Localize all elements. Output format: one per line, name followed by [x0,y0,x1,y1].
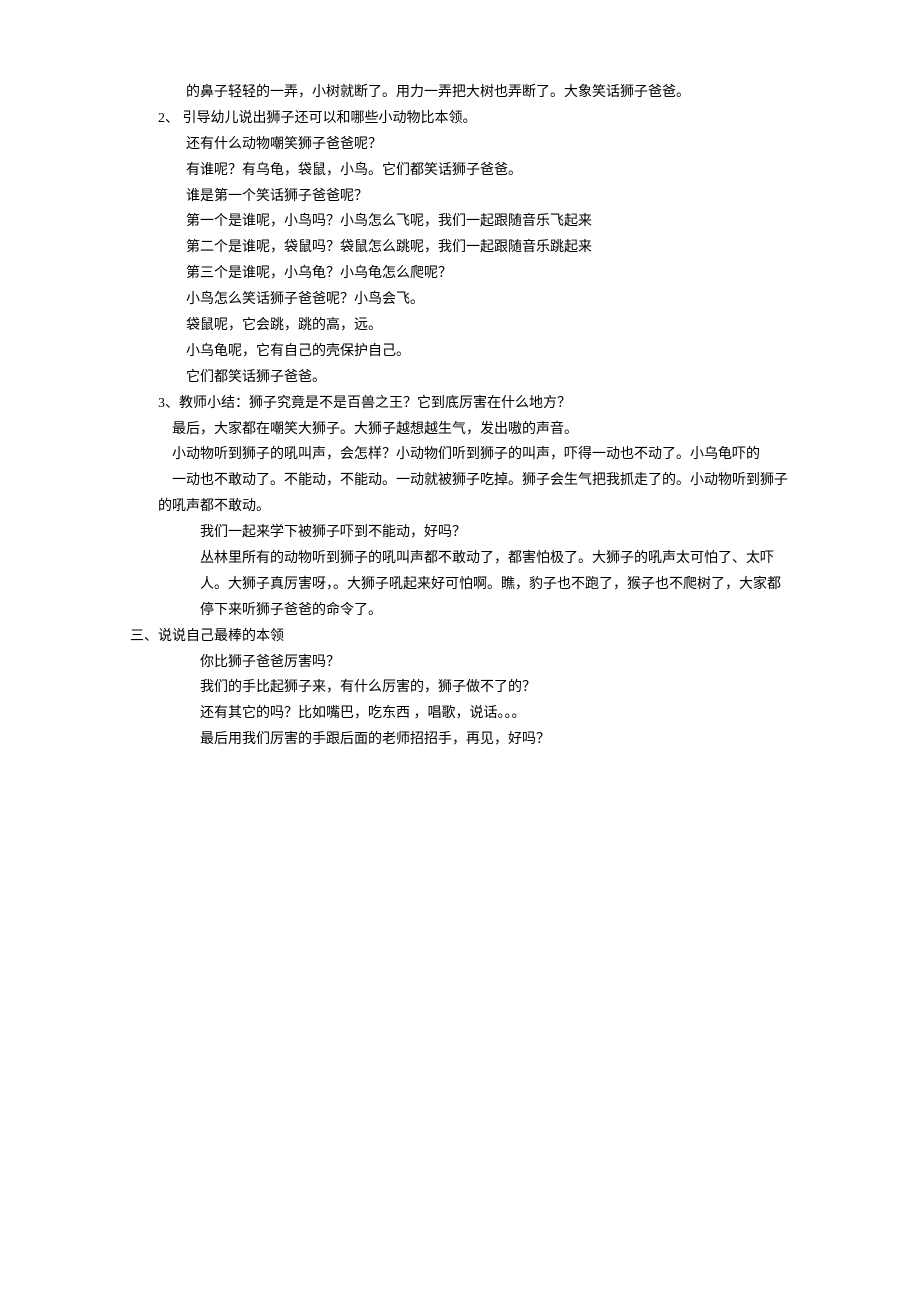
text-line: 三、说说自己最棒的本领 [130,624,790,650]
text-line: 最后，大家都在嘲笑大狮子。大狮子越想越生气，发出嗷的声音。 [172,417,790,443]
text-line: 丛林里所有的动物听到狮子的吼叫声都不敢动了，都害怕极了。大狮子的吼声太可怕了、太… [200,546,790,572]
text-line: 第二个是谁呢，袋鼠吗？袋鼠怎么跳呢，我们一起跟随音乐跳起来 [186,235,790,261]
text-line: 还有其它的吗？比如嘴巴，吃东西 ，唱歌，说话。。。 [200,701,790,727]
text-line: 3、教师小结：狮子究竟是不是百兽之王？它到底厉害在什么地方？ [158,391,790,417]
text-line: 最后用我们厉害的手跟后面的老师招招手，再见，好吗？ [200,727,790,753]
document-body: 的鼻子轻轻的一弄，小树就断了。用力一弄把大树也弄断了。大象笑话狮子爸爸。2、 引… [130,80,790,753]
text-line: 小鸟怎么笑话狮子爸爸呢？小鸟会飞。 [186,287,790,313]
text-line: 第三个是谁呢，小乌龟？小乌龟怎么爬呢？ [186,261,790,287]
text-line: 它们都笑话狮子爸爸。 [186,365,790,391]
text-line: 谁是第一个笑话狮子爸爸呢？ [186,184,790,210]
text-line: 有谁呢？有乌龟，袋鼠，小鸟。它们都笑话狮子爸爸。 [186,158,790,184]
text-line: 一动也不敢动了。不能动，不能动。一动就被狮子吃掉。狮子会生气把我抓走了的。小动物… [172,468,790,494]
text-line: 的吼声都不敢动。 [158,494,790,520]
text-line: 我们一起来学下被狮子吓到不能动，好吗？ [200,520,790,546]
text-line: 还有什么动物嘲笑狮子爸爸呢？ [186,132,790,158]
document-page: 的鼻子轻轻的一弄，小树就断了。用力一弄把大树也弄断了。大象笑话狮子爸爸。2、 引… [0,0,920,833]
text-line: 小乌龟呢，它有自己的壳保护自己。 [186,339,790,365]
text-line: 停下来听狮子爸爸的命令了。 [200,598,790,624]
text-line: 2、 引导幼儿说出狮子还可以和哪些小动物比本领。 [158,106,790,132]
text-line: 第一个是谁呢，小鸟吗？小鸟怎么飞呢，我们一起跟随音乐飞起来 [186,209,790,235]
text-line: 小动物听到狮子的吼叫声，会怎样？小动物们听到狮子的叫声，吓得一动也不动了。小乌龟… [172,442,790,468]
text-line: 的鼻子轻轻的一弄，小树就断了。用力一弄把大树也弄断了。大象笑话狮子爸爸。 [186,80,790,106]
text-line: 你比狮子爸爸厉害吗？ [200,650,790,676]
text-line: 我们的手比起狮子来，有什么厉害的，狮子做不了的？ [200,675,790,701]
text-line: 袋鼠呢，它会跳，跳的高，远。 [186,313,790,339]
text-line: 人。大狮子真厉害呀，。大狮子吼起来好可怕啊。瞧，豹子也不跑了，猴子也不爬树了，大… [200,572,790,598]
